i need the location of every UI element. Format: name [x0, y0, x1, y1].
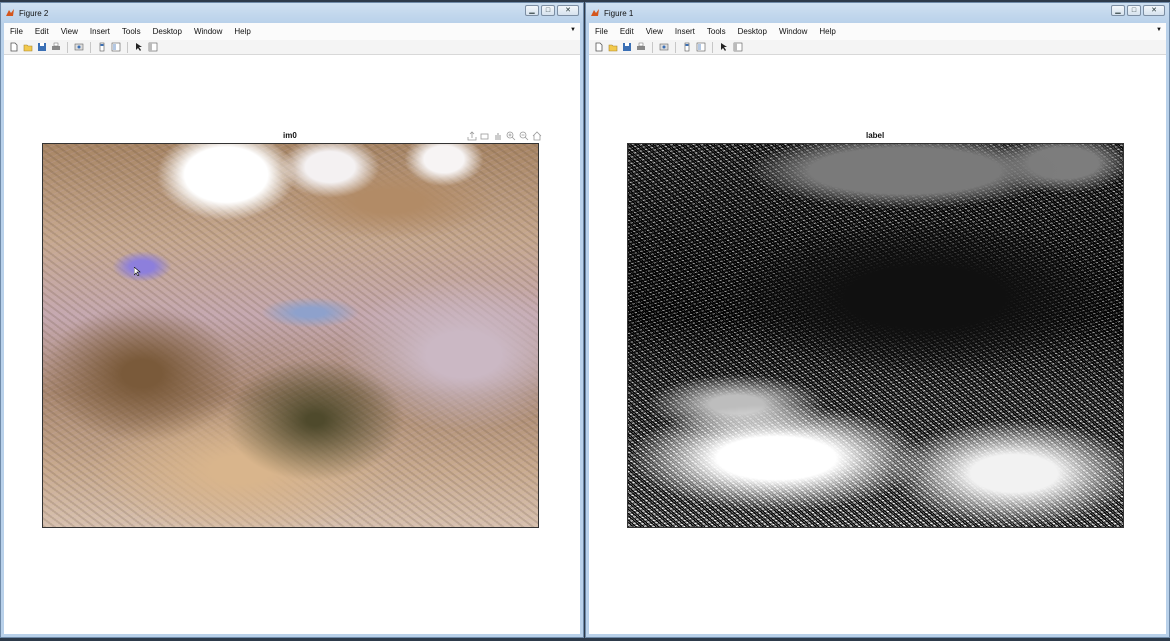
minimize-button[interactable]: ▁ [525, 5, 539, 16]
save-icon[interactable] [621, 41, 633, 53]
pointer-icon[interactable] [133, 41, 145, 53]
menu-insert[interactable]: Insert [84, 27, 116, 36]
menu-help[interactable]: Help [228, 27, 256, 36]
pan-icon[interactable] [492, 130, 503, 141]
toolbar-separator [675, 41, 676, 53]
figure-1-window[interactable]: Figure 1 ▁ □ ✕ File Edit View Insert Too… [585, 2, 1170, 638]
maximize-button[interactable]: □ [1127, 5, 1141, 16]
figure-2-window[interactable]: Figure 2 ▁ □ ✕ File Edit View Insert Too… [0, 2, 584, 638]
colorbar-icon[interactable] [681, 41, 693, 53]
menu-overflow-icon[interactable]: ▼ [1156, 27, 1162, 33]
open-file-icon[interactable] [607, 41, 619, 53]
menu-file[interactable]: File [589, 27, 614, 36]
print-icon[interactable] [635, 41, 647, 53]
matlab-icon [591, 9, 599, 16]
close-button[interactable]: ✕ [1143, 5, 1165, 16]
matlab-icon [6, 9, 14, 16]
menu-tools[interactable]: Tools [701, 27, 732, 36]
menu-help[interactable]: Help [813, 27, 841, 36]
menu-view[interactable]: View [55, 27, 84, 36]
print-icon[interactable] [50, 41, 62, 53]
label-image[interactable] [627, 143, 1124, 528]
new-figure-icon[interactable] [8, 41, 20, 53]
axes-title: label [866, 131, 885, 140]
export-icon[interactable] [466, 130, 477, 141]
axes-toolbar [466, 130, 542, 141]
toolbar-separator [90, 41, 91, 53]
legend-icon[interactable] [110, 41, 122, 53]
minimize-button[interactable]: ▁ [1111, 5, 1125, 16]
menu-edit[interactable]: Edit [614, 27, 640, 36]
close-button[interactable]: ✕ [557, 5, 579, 16]
menu-desktop[interactable]: Desktop [147, 27, 188, 36]
title-bar[interactable]: Figure 2 ▁ □ ✕ [1, 3, 583, 23]
figure-toolbar [589, 40, 1166, 55]
menu-bar: File Edit View Insert Tools Desktop Wind… [4, 23, 580, 40]
figure-canvas[interactable]: im0 [4, 56, 580, 634]
legend-icon[interactable] [695, 41, 707, 53]
link-icon[interactable] [73, 41, 85, 53]
satellite-image[interactable] [42, 143, 539, 528]
maximize-button[interactable]: □ [541, 5, 555, 16]
new-figure-icon[interactable] [593, 41, 605, 53]
menu-edit[interactable]: Edit [29, 27, 55, 36]
save-icon[interactable] [36, 41, 48, 53]
menu-overflow-icon[interactable]: ▼ [570, 27, 576, 33]
mouse-cursor-icon [134, 267, 141, 276]
axes-title: im0 [283, 131, 297, 140]
open-file-icon[interactable] [22, 41, 34, 53]
figure-toolbar [4, 40, 580, 55]
title-bar[interactable]: Figure 1 ▁ □ ✕ [586, 3, 1169, 23]
brush-icon[interactable] [479, 130, 490, 141]
menu-window[interactable]: Window [188, 27, 228, 36]
toolbar-separator [712, 41, 713, 53]
home-icon[interactable] [531, 130, 542, 141]
zoom-out-icon[interactable] [518, 130, 529, 141]
menu-insert[interactable]: Insert [669, 27, 701, 36]
figure-canvas[interactable]: label [589, 56, 1166, 634]
menu-desktop[interactable]: Desktop [732, 27, 773, 36]
window-title: Figure 2 [19, 8, 49, 18]
menu-file[interactable]: File [4, 27, 29, 36]
toolbar-separator [67, 41, 68, 53]
menu-window[interactable]: Window [773, 27, 813, 36]
pointer-icon[interactable] [718, 41, 730, 53]
menu-bar: File Edit View Insert Tools Desktop Wind… [589, 23, 1166, 40]
menu-tools[interactable]: Tools [116, 27, 147, 36]
toolbar-separator [652, 41, 653, 53]
zoom-in-icon[interactable] [505, 130, 516, 141]
link-icon[interactable] [658, 41, 670, 53]
colorbar-icon[interactable] [96, 41, 108, 53]
toolbar-separator [127, 41, 128, 53]
menu-view[interactable]: View [640, 27, 669, 36]
property-editor-icon[interactable] [147, 41, 159, 53]
window-title: Figure 1 [604, 8, 634, 18]
property-editor-icon[interactable] [732, 41, 744, 53]
